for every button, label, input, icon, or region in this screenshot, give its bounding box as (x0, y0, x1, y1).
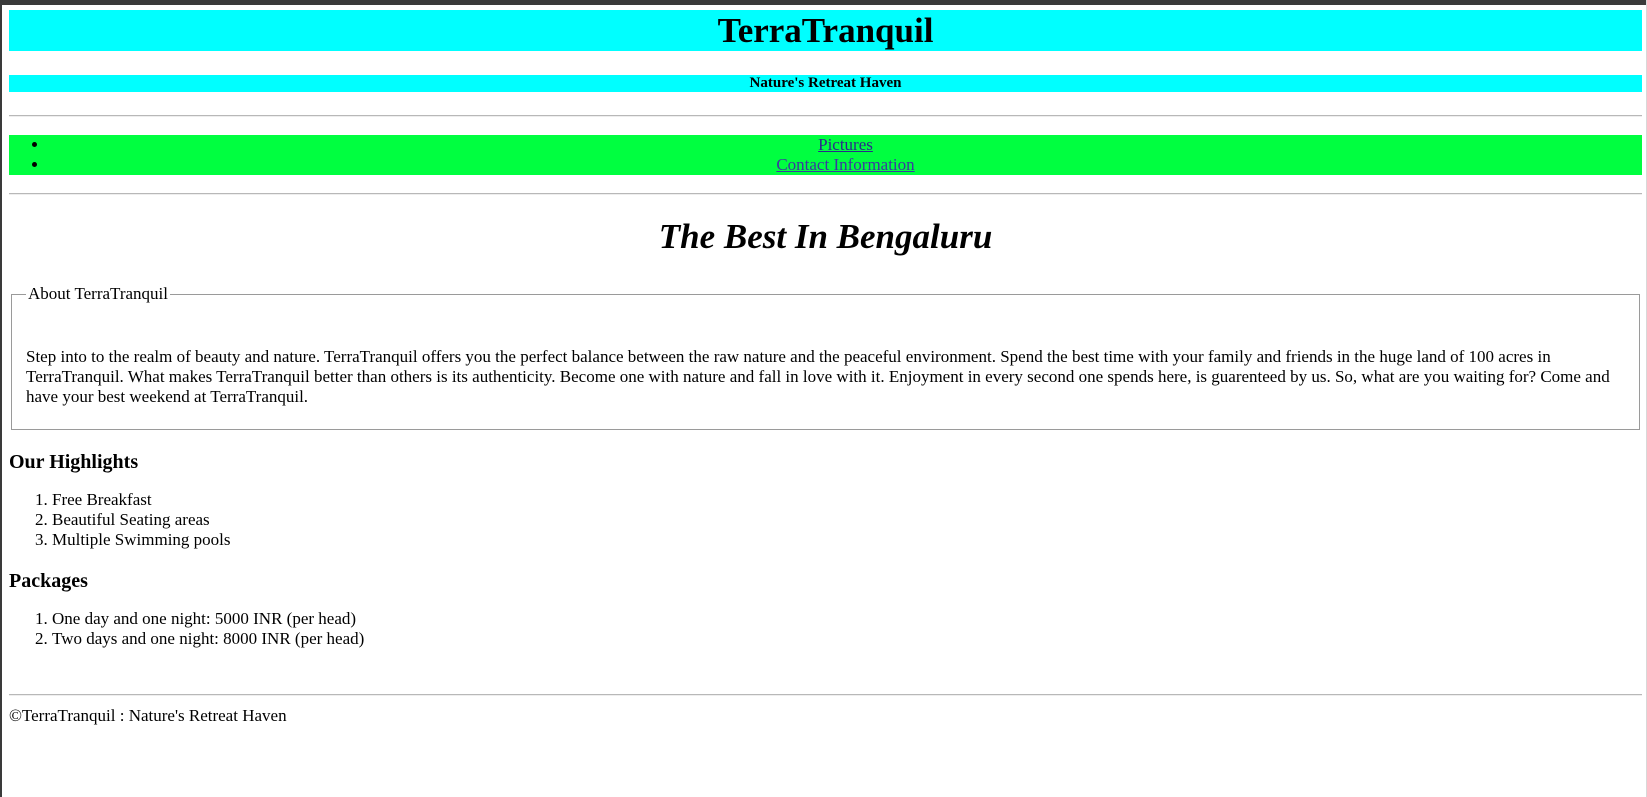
site-title: TerraTranquil (9, 10, 1642, 51)
list-item: Beautiful Seating areas (52, 510, 1642, 530)
nav-item-contact: Contact Information (49, 155, 1642, 175)
divider-nav (9, 193, 1642, 195)
packages-list: One day and one night: 5000 INR (per hea… (9, 609, 1642, 649)
packages-heading: Packages (9, 570, 88, 592)
list-item: Two days and one night: 8000 INR (per he… (52, 629, 1642, 649)
page-headline: The Best In Bengaluru (658, 217, 993, 256)
about-fieldset: About TerraTranquil Step into to the rea… (11, 284, 1640, 430)
divider-top (9, 115, 1642, 117)
site-subtitle: Nature's Retreat Haven (9, 75, 1642, 92)
about-text: Step into to the realm of beauty and nat… (26, 347, 1610, 406)
divider-footer (9, 694, 1642, 696)
window-left-frame (0, 0, 2, 797)
footer-copyright: ©TerraTranquil : Nature's Retreat Haven (9, 706, 287, 725)
nav-menu: Pictures Contact Information (9, 135, 1642, 175)
list-item: Multiple Swimming pools (52, 530, 1642, 550)
list-item: One day and one night: 5000 INR (per hea… (52, 609, 1642, 629)
contact-information-link[interactable]: Contact Information (776, 155, 914, 174)
page-content: TerraTranquil Nature's Retreat Haven Pic… (9, 0, 1642, 726)
about-legend: About TerraTranquil (28, 284, 168, 303)
nav-item-pictures: Pictures (49, 135, 1642, 155)
pictures-link[interactable]: Pictures (818, 135, 873, 154)
highlights-heading: Our Highlights (9, 451, 139, 473)
highlights-list: Free Breakfast Beautiful Seating areas M… (9, 490, 1642, 550)
list-item: Free Breakfast (52, 490, 1642, 510)
